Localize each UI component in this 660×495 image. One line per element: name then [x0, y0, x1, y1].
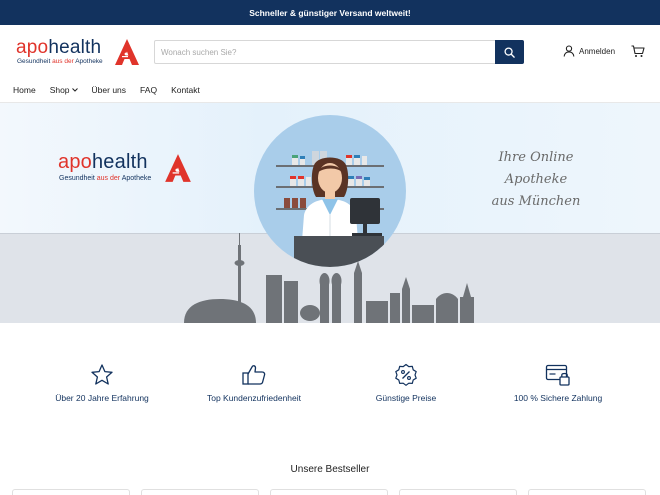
percent-badge-icon [395, 363, 417, 386]
secure-payment-icon [545, 364, 570, 386]
bestseller-cards [0, 489, 660, 495]
feature-secure-payment-label: 100 % Sichere Zahlung [513, 393, 603, 403]
feature-experience: Über 20 Jahre Erfahrung [27, 363, 177, 403]
site-header: apohealth Gesundheit aus der Apotheke An… [0, 25, 660, 77]
search-input[interactable] [155, 41, 495, 63]
hero-slogan-line2: aus München [491, 194, 581, 209]
feature-satisfaction-label: Top Kundenzufriedenheit [206, 393, 302, 403]
login-label: Anmelden [579, 46, 616, 56]
hero-logo-wordmark: apohealth [58, 151, 148, 173]
hero-banner[interactable]: apohealth Gesundheit aus der Apotheke Ih… [0, 103, 660, 323]
main-nav: Home Shop Über uns FAQ Kontakt [0, 77, 660, 103]
thumbs-up-icon [242, 365, 266, 385]
cart-icon [631, 45, 645, 57]
features-row: Über 20 Jahre Erfahrung Top Kundenzufrie… [0, 363, 660, 413]
search-button[interactable] [495, 40, 524, 64]
announcement-bar: Schneller & günstiger Versand weltweit! [0, 0, 660, 25]
feature-experience-label: Über 20 Jahre Erfahrung [55, 393, 149, 403]
feature-secure-payment: 100 % Sichere Zahlung [483, 363, 633, 403]
user-icon [563, 45, 575, 57]
site-logo[interactable]: apohealth Gesundheit aus der Apotheke [16, 37, 141, 69]
nav-faq[interactable]: FAQ [140, 85, 157, 95]
product-card[interactable] [12, 489, 130, 495]
product-card[interactable] [270, 489, 388, 495]
pharmacy-a-icon [115, 39, 139, 65]
nav-contact[interactable]: Kontakt [171, 85, 200, 95]
hero-logo-tagline: Gesundheit aus der Apotheke [59, 175, 152, 182]
product-card[interactable] [528, 489, 646, 495]
search-bar [154, 40, 524, 64]
hero-logo: apohealth Gesundheit aus der Apotheke [58, 151, 198, 187]
munich-skyline-image [184, 233, 474, 323]
nav-home[interactable]: Home [13, 85, 36, 95]
feature-prices: Günstige Preise [331, 363, 481, 403]
login-link[interactable]: Anmelden [563, 45, 615, 57]
feature-satisfaction: Top Kundenzufriedenheit [179, 363, 329, 403]
feature-prices-label: Günstige Preise [375, 393, 437, 403]
product-card[interactable] [399, 489, 517, 495]
hero-slogan: Ihre Online Apotheke aus München [466, 147, 606, 213]
cart-button[interactable] [631, 45, 645, 63]
nav-shop[interactable]: Shop [50, 85, 78, 95]
search-icon [504, 46, 515, 58]
logo-wordmark: apohealth [16, 37, 102, 58]
pharmacy-a-icon [165, 154, 191, 182]
hero-slogan-line1: Ihre Online Apotheke [498, 150, 574, 187]
nav-about[interactable]: Über uns [92, 85, 127, 95]
star-icon [91, 364, 113, 385]
chevron-down-icon [71, 87, 78, 92]
bestseller-heading: Unsere Bestseller [290, 464, 370, 475]
announcement-text: Schneller & günstiger Versand weltweit! [249, 7, 411, 18]
product-card[interactable] [141, 489, 259, 495]
logo-tagline: Gesundheit aus der Apotheke [17, 58, 103, 65]
